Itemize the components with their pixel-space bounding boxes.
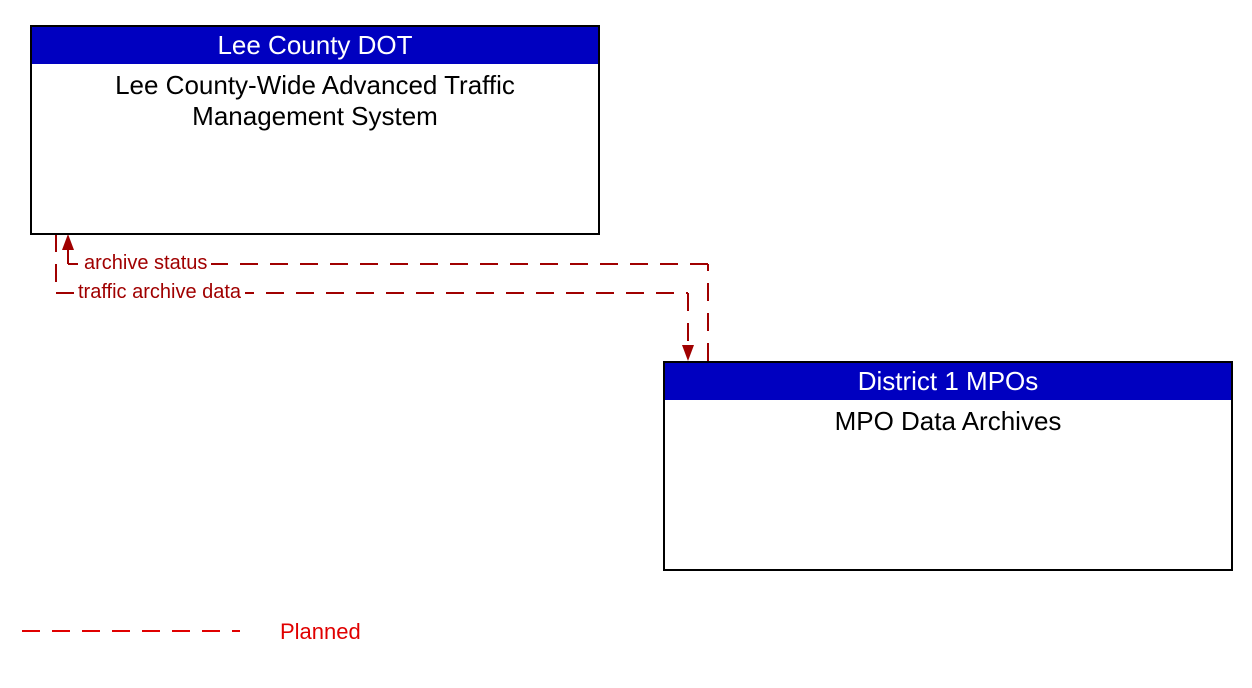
entity-header-district-1-mpos: District 1 MPOs <box>665 363 1231 400</box>
entity-header-lee-county-dot: Lee County DOT <box>32 27 598 64</box>
flow-label-archive-status: archive status <box>80 252 211 275</box>
entity-lee-county-dot: Lee County DOT Lee County-Wide Advanced … <box>30 25 600 235</box>
entity-body-lee-county-atms: Lee County-Wide Advanced Traffic Managem… <box>32 64 598 138</box>
legend-planned-label: Planned <box>280 619 361 645</box>
entity-district-1-mpos: District 1 MPOs MPO Data Archives <box>663 361 1233 571</box>
flow-label-traffic-archive-data: traffic archive data <box>74 281 245 304</box>
entity-body-mpo-data-archives: MPO Data Archives <box>665 400 1231 443</box>
